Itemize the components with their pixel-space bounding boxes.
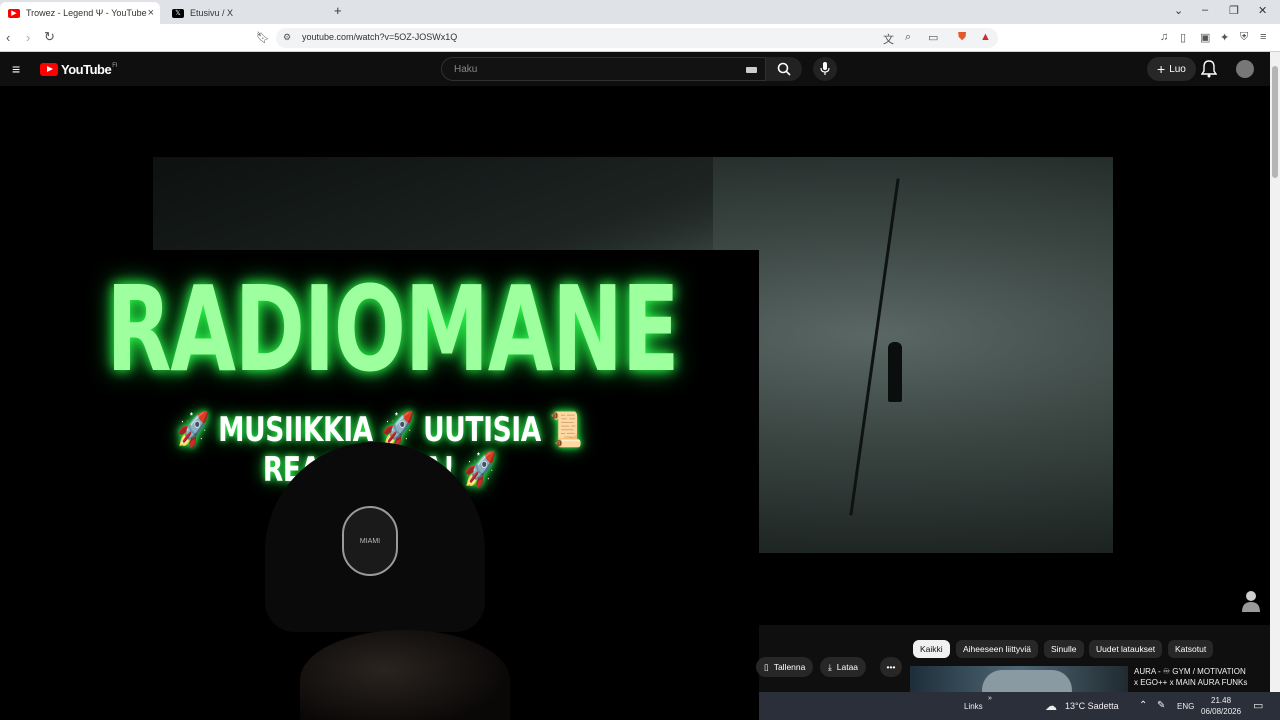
browser-toolbar: ‹ › ↻ 🔖︎ ⚙ youtube.com/watch?v=5OZ-JOSWx… bbox=[0, 24, 1280, 52]
music-icon[interactable]: ♫ bbox=[1160, 31, 1168, 43]
youtube-header: ≡ YouTube FI Haku + Luo bbox=[0, 52, 1270, 86]
forward-icon[interactable]: › bbox=[26, 30, 30, 45]
youtube-logo[interactable]: YouTube FI bbox=[40, 62, 118, 77]
site-info-icon[interactable]: ⚙ bbox=[283, 32, 291, 43]
search-input[interactable]: Haku bbox=[441, 57, 766, 81]
close-tab-icon[interactable]: × bbox=[148, 7, 154, 19]
tab-search-icon[interactable]: ⌄ bbox=[1174, 4, 1183, 17]
back-icon[interactable]: ‹ bbox=[6, 30, 10, 45]
url-text: youtube.com/watch?v=5OZ-JOSWx1Q bbox=[302, 32, 458, 42]
thumbnail-subject bbox=[982, 670, 1072, 692]
tray-chevron-icon[interactable]: ⌃ bbox=[1139, 700, 1147, 711]
youtube-favicon-icon: ▶ bbox=[8, 8, 20, 18]
tab-youtube[interactable]: ▶ Trowez - Legend Ψ - YouTube × bbox=[0, 2, 160, 24]
chip-new-uploads[interactable]: Uudet lataukset bbox=[1089, 640, 1163, 658]
translate-icon[interactable]: 文 bbox=[883, 31, 894, 47]
overlay-title: RADIOMANE bbox=[106, 260, 679, 398]
notifications-bell-icon[interactable] bbox=[1201, 60, 1217, 78]
channel-avatar-icon[interactable] bbox=[1240, 588, 1262, 612]
more-icon: ••• bbox=[886, 662, 896, 672]
hamburger-menu-icon[interactable]: ≡ bbox=[12, 61, 20, 77]
new-tab-button[interactable]: + bbox=[334, 3, 342, 18]
browser-tab-strip: ▶ Trowez - Legend Ψ - YouTube × 𝕏 Etusiv… bbox=[0, 0, 1280, 24]
video-scene-figure bbox=[888, 342, 902, 402]
x-favicon-icon: 𝕏 bbox=[172, 8, 184, 18]
chip-watched[interactable]: Katsotut bbox=[1168, 640, 1214, 658]
keyboard-icon[interactable] bbox=[746, 67, 757, 73]
voice-search-button[interactable] bbox=[813, 57, 837, 81]
create-button[interactable]: + Luo bbox=[1147, 57, 1196, 81]
links-toolbar[interactable]: Links bbox=[964, 702, 983, 711]
chip-all[interactable]: Kaikki bbox=[913, 640, 950, 658]
reload-icon[interactable]: ↻ bbox=[44, 29, 55, 45]
cap-logo-badge: MIAMI bbox=[342, 506, 398, 576]
chip-related[interactable]: Aiheeseen liittyviä bbox=[956, 640, 1039, 658]
clock-time[interactable]: 21.48 bbox=[1211, 696, 1231, 705]
page-scrollbar[interactable] bbox=[1270, 52, 1280, 692]
links-expand-icon[interactable]: » bbox=[988, 695, 992, 702]
youtube-play-icon bbox=[40, 63, 58, 76]
os-taskbar: Links » ☁ 13°C Sadetta ⌃ ✎ ENG 21.48 06/… bbox=[759, 692, 1280, 720]
cast-icon[interactable]: ▭ bbox=[928, 31, 938, 44]
save-button[interactable]: ▯ Tallenna bbox=[756, 657, 814, 677]
rewards-icon[interactable]: ▲ bbox=[980, 31, 991, 43]
webcam-face bbox=[300, 630, 510, 720]
menu-icon[interactable]: ≡ bbox=[1260, 31, 1266, 43]
recommended-video-title[interactable]: AURA - ♾ GYM / MOTIVATION x EGO++ x MAIN… bbox=[1134, 666, 1270, 688]
more-actions-button[interactable]: ••• bbox=[880, 657, 902, 677]
clock-date[interactable]: 06/08/2026 bbox=[1201, 707, 1241, 716]
stream-overlay: RADIOMANE 🚀 MUSIIKKIA 🚀 UUTISIA 📜 REAGOI… bbox=[0, 250, 759, 720]
sidebar-icon[interactable]: ▯ bbox=[1180, 31, 1186, 44]
ai-icon[interactable]: ✦ bbox=[1220, 31, 1229, 44]
minimize-icon[interactable]: – bbox=[1202, 4, 1208, 16]
plus-icon: + bbox=[1157, 61, 1166, 77]
tab-x[interactable]: 𝕏 Etusivu / X bbox=[164, 2, 314, 24]
download-button[interactable]: ⤓ Lataa bbox=[820, 657, 867, 677]
tab-label: Etusivu / X bbox=[190, 8, 234, 18]
search-button[interactable] bbox=[766, 57, 802, 81]
search-placeholder: Haku bbox=[454, 64, 478, 75]
notifications-icon[interactable]: ▭ bbox=[1253, 699, 1263, 712]
search-icon bbox=[777, 62, 791, 76]
scrollbar-thumb[interactable] bbox=[1272, 66, 1278, 178]
weather-icon: ☁ bbox=[1045, 699, 1057, 713]
pen-icon[interactable]: ✎ bbox=[1157, 700, 1165, 711]
chip-for-you[interactable]: Sinulle bbox=[1044, 640, 1084, 658]
recommended-video-thumbnail[interactable] bbox=[910, 666, 1128, 692]
close-window-icon[interactable]: ✕ bbox=[1258, 4, 1267, 17]
weather-text[interactable]: 13°C Sadetta bbox=[1065, 701, 1119, 711]
account-avatar[interactable] bbox=[1236, 60, 1254, 78]
shield-icon[interactable]: ⛊ bbox=[958, 31, 966, 44]
download-icon: ⤓ bbox=[828, 661, 832, 672]
save-icon: ▯ bbox=[764, 661, 769, 672]
tab-label: Trowez - Legend Ψ - YouTube bbox=[26, 8, 147, 18]
microphone-icon bbox=[820, 62, 830, 75]
restore-icon[interactable]: ❐ bbox=[1229, 4, 1239, 17]
language-indicator[interactable]: ENG bbox=[1177, 702, 1194, 711]
vpn-icon[interactable]: ⛨ bbox=[1240, 31, 1248, 44]
zoom-icon[interactable]: ⌕ bbox=[905, 31, 911, 44]
bookmark-icon[interactable]: 🔖︎ bbox=[256, 31, 270, 44]
wallet-icon[interactable]: ▣ bbox=[1200, 31, 1210, 44]
